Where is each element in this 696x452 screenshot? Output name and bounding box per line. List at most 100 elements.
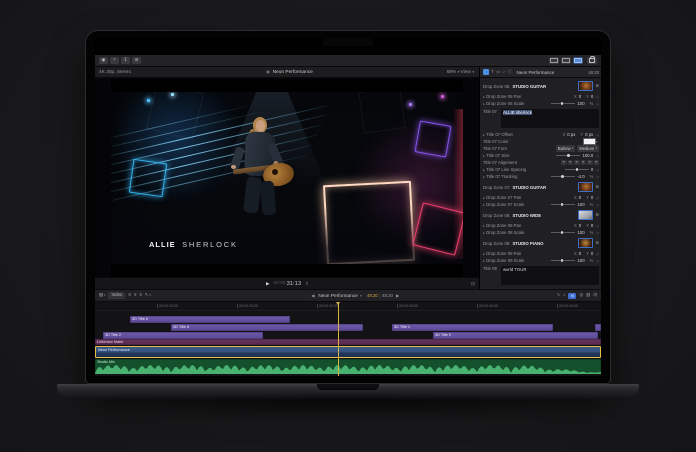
drop-zone-08-scale-slider-knob[interactable] bbox=[561, 231, 564, 234]
disclosure-icon[interactable]: ▸ bbox=[483, 175, 485, 179]
keyframe-icon[interactable]: ◇ bbox=[596, 154, 599, 158]
timeline-clip-neon-performance[interactable]: Neon Performance bbox=[95, 346, 601, 358]
timeline-clip-letterbox-matte[interactable]: Letterbox Matte bbox=[95, 339, 601, 345]
drop-zone-08-scale-value[interactable]: 100 bbox=[577, 230, 584, 235]
title-07-alignment-button-2[interactable]: ≡ bbox=[574, 160, 580, 165]
title-07-color-swatch[interactable] bbox=[583, 138, 596, 145]
drop-zone-09-pan-y-value[interactable]: 0 bbox=[591, 251, 593, 256]
drop-zone-06-pan-x-value[interactable]: 0 bbox=[579, 94, 581, 99]
keyframe-icon[interactable]: ◇ bbox=[596, 168, 599, 172]
drop-zone-07-scale-slider-knob[interactable] bbox=[561, 203, 564, 206]
viewer-view-menu[interactable]: View bbox=[461, 70, 471, 75]
disclosure-icon[interactable]: ▸ bbox=[483, 133, 485, 137]
snapping-button[interactable]: N bbox=[568, 293, 576, 299]
toggle-timeline-button[interactable] bbox=[561, 57, 571, 64]
timeline-clip-3d-title-6[interactable]: 3D Title 6 bbox=[130, 316, 290, 323]
title-07-font-family-select[interactable]: Barlow▾ bbox=[556, 145, 576, 152]
timeline-ruler[interactable]: 00:00:20:0000:00:25:0000:00:30:0000:00:3… bbox=[95, 302, 601, 311]
keyframe-icon[interactable]: ◇ bbox=[596, 95, 599, 99]
viewer-zoom-level[interactable]: 68% bbox=[447, 70, 457, 75]
title-07-text-field[interactable]: ALLIE sherlock bbox=[501, 109, 599, 128]
keyframe-icon[interactable]: ◇ bbox=[596, 231, 599, 235]
disclosure-icon[interactable]: ▸ bbox=[483, 252, 485, 256]
keyframe-icon[interactable]: ◇ bbox=[596, 203, 599, 207]
disclosure-icon[interactable]: ▸ bbox=[483, 102, 485, 106]
drop-zone-06-header-clear-icon[interactable]: ⊗ bbox=[595, 83, 599, 89]
audio-skimming-button[interactable]: ♪ bbox=[563, 293, 565, 297]
timeline-zoom-fit-button[interactable]: ⊡ bbox=[593, 293, 597, 297]
play-button[interactable]: ▶ bbox=[266, 281, 270, 287]
index-button[interactable]: Index bbox=[108, 292, 125, 298]
keyframe-icon[interactable]: ◇ bbox=[596, 133, 599, 137]
drop-zone-06-scale-slider[interactable] bbox=[551, 103, 575, 104]
keyframe-icon[interactable]: ◇ bbox=[596, 175, 599, 179]
solo-button[interactable]: ◎ bbox=[579, 293, 583, 297]
title-07-alignment-button-5[interactable]: ≡ bbox=[594, 160, 600, 165]
drop-zone-07-scale-value[interactable]: 100 bbox=[577, 202, 584, 207]
title-07-tracking-slider-knob[interactable] bbox=[561, 175, 564, 178]
disclosure-icon[interactable]: ▸ bbox=[483, 168, 485, 172]
playhead-handle[interactable] bbox=[336, 302, 340, 305]
video-frame[interactable]: ALLIE SHERLOCK bbox=[111, 79, 463, 277]
timeline-clip-title-fragment[interactable] bbox=[595, 324, 601, 331]
render-status-button[interactable]: ⊘ bbox=[132, 57, 141, 64]
keyframe-icon[interactable]: ◇ bbox=[596, 259, 599, 263]
title-07-offset-y-value[interactable]: 0 px bbox=[585, 132, 593, 137]
keyframe-icon[interactable]: ◇ bbox=[596, 102, 599, 106]
toggle-browser-button[interactable] bbox=[549, 57, 559, 64]
timeline-clip-studio-mix[interactable]: Studio Mix bbox=[95, 359, 601, 374]
disclosure-icon[interactable]: ▸ bbox=[483, 259, 485, 263]
disclosure-icon[interactable]: ▸ bbox=[483, 224, 485, 228]
title-07-offset-x-value[interactable]: 0 px bbox=[567, 132, 575, 137]
title-inspector-tab[interactable]: T bbox=[491, 70, 494, 74]
timeline-history-back-button[interactable]: ◀ bbox=[311, 293, 314, 298]
timeline-clip-3d-title-8[interactable]: 3D Title 8 bbox=[171, 324, 363, 331]
disclosure-icon[interactable]: ▸ bbox=[483, 231, 485, 235]
generator-inspector-tab[interactable] bbox=[483, 69, 489, 75]
drop-zone-07-header-thumbnail[interactable] bbox=[578, 182, 593, 192]
disclosure-icon[interactable]: ▸ bbox=[483, 95, 485, 99]
title-07-alignment-button-4[interactable]: ≡ bbox=[587, 160, 593, 165]
title-07-alignment-button-0[interactable]: ≡ bbox=[561, 160, 567, 165]
info-inspector-tab[interactable]: ⓘ bbox=[508, 70, 512, 74]
share-button[interactable] bbox=[587, 57, 597, 64]
drop-zone-09-header-clear-icon[interactable]: ⊗ bbox=[595, 240, 599, 246]
clip-appearance-menu-button[interactable]: ▥ bbox=[586, 293, 590, 297]
title-07-size-slider-knob[interactable] bbox=[567, 154, 570, 157]
background-tasks-button[interactable]: ◉ bbox=[99, 57, 108, 64]
keyframe-icon[interactable]: ◇ bbox=[596, 252, 599, 256]
title-07-tracking-slider[interactable] bbox=[551, 176, 575, 177]
timeline-history-forward-button[interactable]: ▶ bbox=[396, 293, 399, 298]
drop-zone-09-scale-value[interactable]: 100 bbox=[577, 258, 584, 263]
drop-zone-08-pan-x-value[interactable]: 0 bbox=[579, 223, 581, 228]
keyword-editor-button[interactable]: ↧ bbox=[121, 57, 130, 64]
title-07-line-spacing-slider-knob[interactable] bbox=[576, 168, 579, 171]
drop-zone-08-header-thumbnail[interactable] bbox=[578, 210, 593, 220]
video-inspector-tab[interactable]: ▭ bbox=[496, 70, 500, 74]
drop-zone-08-header-clear-icon[interactable]: ⊗ bbox=[595, 212, 599, 218]
title-07-size-slider[interactable] bbox=[556, 155, 580, 156]
keyframe-icon[interactable]: ◇ bbox=[596, 196, 599, 200]
tool-menu-button[interactable]: ↖▾ bbox=[145, 293, 151, 297]
title-07-tracking-value[interactable]: -4.0 bbox=[577, 174, 584, 179]
title-09-text-field[interactable]: world TOUR bbox=[501, 266, 599, 285]
disclosure-icon[interactable]: ▸ bbox=[483, 154, 485, 158]
playhead[interactable] bbox=[338, 302, 339, 376]
drop-zone-06-scale-value[interactable]: 100 bbox=[577, 101, 584, 106]
drop-zone-06-header-thumbnail[interactable] bbox=[578, 81, 593, 91]
disclosure-icon[interactable]: ▸ bbox=[483, 196, 485, 200]
drop-zone-06-pan-y-value[interactable]: 0 bbox=[591, 94, 593, 99]
timeline-clip-3d-title-9[interactable]: 3D Title 9 bbox=[433, 332, 598, 339]
drop-zone-07-pan-y-value[interactable]: 0 bbox=[591, 195, 593, 200]
import-media-button[interactable]: + bbox=[110, 57, 119, 64]
drop-zone-09-pan-x-value[interactable]: 0 bbox=[579, 251, 581, 256]
drop-zone-07-pan-x-value[interactable]: 0 bbox=[579, 195, 581, 200]
title-07-alignment-button-3[interactable]: ≡ bbox=[581, 160, 587, 165]
title-07-line-spacing-slider[interactable] bbox=[565, 169, 589, 170]
title-07-alignment-button-1[interactable]: ≡ bbox=[568, 160, 574, 165]
drop-zone-07-scale-slider[interactable] bbox=[551, 204, 575, 205]
timeline-clip-3d-title-1[interactable]: 3D Title 1 bbox=[392, 324, 553, 331]
list-view-button[interactable]: ≡ bbox=[134, 293, 137, 297]
drop-zone-07-header-clear-icon[interactable]: ⊗ bbox=[595, 184, 599, 190]
toggle-inspector-button[interactable] bbox=[573, 57, 583, 64]
